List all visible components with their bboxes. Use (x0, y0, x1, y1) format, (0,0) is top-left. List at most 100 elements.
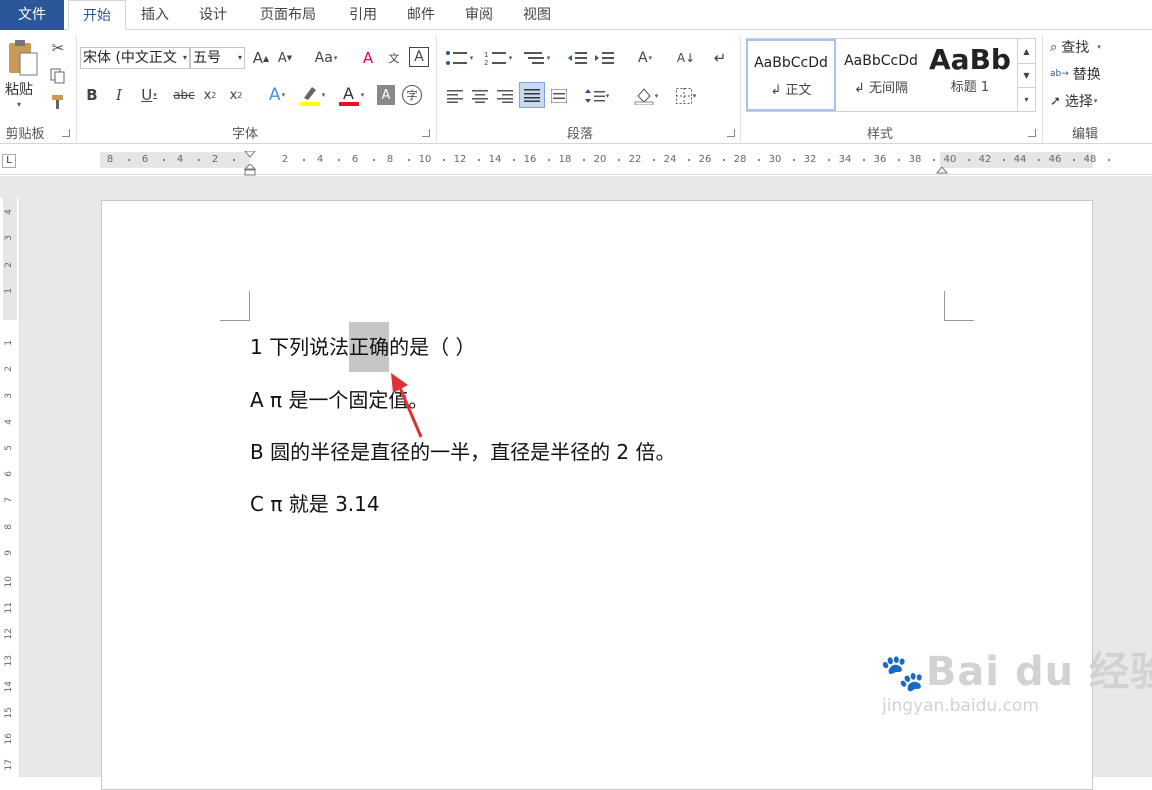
red-arrow-annotation (391, 373, 423, 438)
grow-font-icon[interactable]: A ▲ (252, 47, 270, 69)
find-label: 查找 (1061, 40, 1090, 56)
vruler-tick-label: 2 (4, 366, 14, 373)
ruler-tick (687, 159, 690, 161)
paste-button[interactable]: 粘贴 (5, 79, 33, 99)
decrease-indent-icon[interactable] (566, 47, 588, 69)
binoculars-icon: ⌕ (1050, 39, 1058, 55)
multilevel-list-icon[interactable]: ▾ (519, 47, 553, 69)
ruler-tick (337, 159, 340, 161)
borders-icon[interactable]: ▾ (668, 85, 704, 107)
font-color-icon[interactable]: A ▾ (336, 83, 366, 107)
style-no-spacing[interactable]: AaBbCcDd ↲ 无间隔 (836, 39, 926, 111)
tab-references[interactable]: 引用 (338, 0, 388, 30)
tab-design[interactable]: 设计 (188, 0, 238, 30)
styles-scroll-down-icon[interactable]: ▼ (1017, 63, 1035, 87)
style-name: ↲ 正文 (770, 83, 812, 98)
styles-more-icon[interactable]: ▾ (1017, 87, 1035, 111)
highlight-icon[interactable]: ▾ (297, 83, 327, 107)
ruler-tick (862, 159, 865, 161)
cut-icon[interactable]: ✂ (48, 38, 68, 58)
increase-indent-icon[interactable] (593, 47, 615, 69)
style-normal[interactable]: AaBbCcDd ↲ 正文 (746, 39, 836, 111)
paragraph-launcher-icon[interactable] (727, 129, 735, 137)
font-size-combo[interactable]: 五号 ▾ (190, 47, 245, 69)
right-indent-marker[interactable] (935, 164, 949, 174)
ruler-margin-area (3, 198, 17, 320)
strikethrough-icon[interactable]: abc (172, 85, 196, 105)
line-spacing-icon[interactable]: ▾ (580, 85, 614, 107)
ruler-tick-label: 26 (698, 154, 712, 165)
sort-icon[interactable]: A↓ (676, 47, 696, 69)
option-b[interactable]: B 圆的半径是直径的一半，直径是半径的 2 倍。 (250, 436, 676, 465)
ruler-tick (162, 159, 165, 161)
select-button[interactable]: ➚ 选择 ▾ (1050, 91, 1097, 111)
numbering-icon[interactable]: 1 2 ▾ (481, 47, 515, 69)
font-size-value: 五号 (193, 50, 221, 66)
font-launcher-icon[interactable] (422, 129, 430, 137)
shrink-font-icon[interactable]: A ▼ (276, 47, 294, 69)
ruler-tick (1037, 159, 1040, 161)
question-1[interactable]: 1 下列说法正确的是（ ） (250, 322, 475, 372)
tab-review[interactable]: 审阅 (454, 0, 504, 30)
ruler-tick (827, 159, 830, 161)
style-heading-1[interactable]: AaBb 标题 1 (926, 39, 1014, 111)
clipboard-launcher-icon[interactable] (62, 129, 70, 137)
tab-page-layout[interactable]: 页面布局 (250, 0, 326, 30)
text-effects-icon[interactable]: A ▾ (262, 85, 292, 105)
distributed-icon[interactable] (548, 85, 570, 107)
clear-format-icon[interactable]: A (357, 47, 379, 69)
paragraph-group-label: 段落 (566, 127, 593, 142)
shading-icon[interactable]: ▾ (628, 85, 664, 107)
italic-icon[interactable]: I (110, 85, 128, 105)
tab-home[interactable]: 开始 (68, 0, 126, 31)
ruler-tick-label: 44 (1013, 154, 1027, 165)
show-marks-icon[interactable]: ↵ (710, 47, 730, 69)
vruler-tick-label: 1 (4, 340, 14, 346)
character-border-icon[interactable]: A (409, 47, 429, 67)
justify-icon[interactable] (519, 82, 545, 108)
character-shading-icon[interactable]: A (377, 85, 395, 105)
bullets-icon[interactable]: ▾ (442, 47, 476, 69)
horizontal-ruler[interactable]: 8 6 4 2 2 4 6 8 10 12 14 16 18 20 22 24 26 28 30 32 34 36 38 40… (100, 150, 1110, 176)
tab-selector-icon[interactable]: L (2, 154, 16, 168)
underline-icon[interactable]: U ▾ (136, 85, 162, 105)
vruler-tick-label: 7 (4, 497, 14, 504)
subscript-icon[interactable]: x2 (201, 85, 219, 105)
enclose-characters-icon[interactable]: 字 (402, 85, 422, 105)
tab-view[interactable]: 视图 (512, 0, 562, 30)
paste-icon[interactable] (4, 36, 42, 78)
option-c[interactable]: C π 就是 3.14 (250, 488, 380, 517)
align-left-icon[interactable] (444, 85, 466, 107)
replace-button[interactable]: ab→ 替换 (1050, 64, 1101, 84)
font-name-combo[interactable]: 宋体 (中文正文 ▾ (80, 47, 190, 69)
bold-icon[interactable]: B (83, 85, 101, 105)
phonetic-guide-icon[interactable]: 文 (383, 47, 405, 69)
tab-mailings[interactable]: 邮件 (396, 0, 446, 30)
group-separator (1042, 36, 1043, 142)
format-painter-icon[interactable] (48, 92, 68, 112)
ruler-tick-label: 46 (1048, 154, 1062, 165)
copy-icon[interactable] (48, 66, 68, 86)
paste-dropdown-icon[interactable]: ▾ (17, 100, 21, 109)
align-right-icon[interactable] (494, 85, 516, 107)
ruler-tick-label: 16 (523, 154, 537, 165)
superscript-icon[interactable]: x2 (227, 85, 245, 105)
ruler-tick-label: 32 (803, 154, 817, 165)
chinese-layout-icon[interactable]: A ▾ (628, 47, 662, 69)
align-center-icon[interactable] (469, 85, 491, 107)
margin-corner-mark (944, 291, 974, 321)
change-case-button[interactable]: Aa ▾ (308, 47, 344, 69)
font-name-value: 宋体 (中文正文 (83, 50, 177, 66)
find-button[interactable]: ⌕ 查找 ▾ (1050, 37, 1101, 57)
first-line-indent-marker[interactable] (243, 148, 257, 158)
selected-text[interactable]: 正确 (349, 322, 390, 372)
ruler-tick (1072, 159, 1075, 161)
styles-scroll-up-icon[interactable]: ▲ (1017, 39, 1035, 63)
style-name: 标题 1 (950, 80, 990, 95)
tab-insert[interactable]: 插入 (130, 0, 180, 30)
tab-file[interactable]: 文件 (0, 0, 64, 30)
cursor-arrow-icon: ➚ (1050, 93, 1061, 109)
left-indent-marker[interactable] (243, 163, 257, 176)
styles-launcher-icon[interactable] (1028, 129, 1036, 137)
vertical-ruler[interactable]: 4 3 2 1 1 2 3 4 5 6 7 8 9 10 11 12 13 14 15 16 17 (0, 198, 20, 777)
